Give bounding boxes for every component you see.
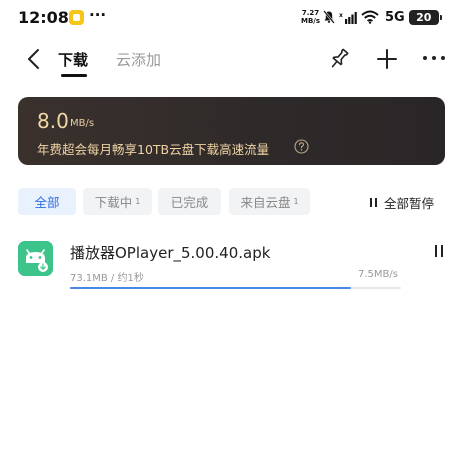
network-speed-unit: MB/s [301, 17, 321, 25]
more-notifications-icon: ··· [89, 6, 107, 24]
download-size-info: 73.1MB / 约1秒 [70, 273, 144, 284]
plus-icon[interactable] [376, 48, 398, 70]
filter-downloading-label: 下载中 [94, 195, 133, 210]
filter-all-label: 全部 [34, 195, 60, 210]
pause-icon [370, 198, 377, 207]
android-app-icon [18, 241, 53, 276]
pause-all-label: 全部暂停 [384, 196, 435, 211]
more-menu-icon[interactable] [422, 52, 446, 64]
download-rate: 7.5MB/s [358, 269, 398, 280]
download-file-name: 播放器OPlayer_5.00.40.apk [70, 244, 271, 262]
battery-icon: 20 [408, 9, 442, 25]
network-speed-indicator: 7.27 MB/s [301, 9, 320, 25]
wifi-icon [361, 10, 379, 24]
download-speed-unit: MB/s [70, 118, 95, 129]
notification-app-icon [69, 10, 84, 25]
promo-text[interactable]: 年费超会每月畅享10TB云盘下载高速流量 [37, 139, 269, 158]
filter-downloading-count: 1 [135, 197, 141, 206]
pin-icon[interactable] [328, 47, 350, 71]
mute-icon [323, 10, 335, 24]
filter-all[interactable]: 全部 [18, 188, 76, 215]
back-arrow-icon[interactable] [24, 48, 44, 70]
help-icon[interactable] [294, 139, 309, 154]
svg-text:x: x [339, 12, 343, 19]
download-progress-fill [70, 287, 352, 289]
tab-download[interactable]: 下载 [58, 49, 88, 70]
network-speed-value: 7.27 [301, 9, 320, 17]
item-pause-button[interactable] [435, 245, 443, 257]
tab-cloud-add[interactable]: 云添加 [116, 49, 161, 70]
filter-from-cloud-count: 1 [293, 197, 299, 206]
filter-completed[interactable]: 已完成 [158, 188, 221, 215]
filter-from-cloud[interactable]: 来自云盘 1 [229, 188, 310, 215]
filter-downloading[interactable]: 下载中 1 [83, 188, 152, 215]
active-tab-indicator [61, 74, 87, 77]
signal-icon: x [339, 11, 357, 24]
download-progress-bar [70, 287, 401, 289]
pause-all-button[interactable]: 全部暂停 [370, 193, 434, 212]
download-speed-value: 8.0 [37, 109, 69, 133]
status-time: 12:08 [18, 8, 69, 27]
network-type-label: 5G [385, 9, 405, 25]
filter-from-cloud-label: 来自云盘 [240, 195, 291, 210]
filter-completed-label: 已完成 [170, 195, 209, 210]
status-icons: x 5G 20 [323, 8, 442, 26]
